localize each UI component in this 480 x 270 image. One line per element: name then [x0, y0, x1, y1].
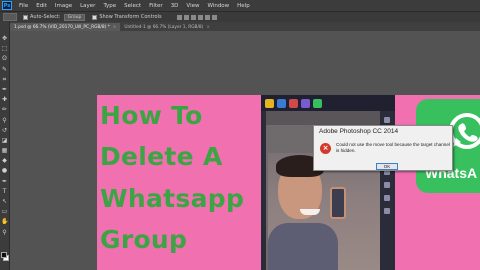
close-icon[interactable]: × — [113, 25, 117, 30]
healing-brush-tool-icon[interactable]: ✚ — [1, 96, 8, 103]
shape-tool-icon[interactable]: ▭ — [1, 208, 8, 215]
close-icon[interactable]: × — [206, 25, 210, 30]
gradient-tool-icon[interactable]: ▦ — [1, 147, 8, 154]
error-dialog: Adobe Photoshop CC 2014 × Could not use … — [313, 125, 453, 171]
tab-document-2[interactable]: Untitled-1 @ 66.7% (Layer 1, RGB/8) × — [120, 23, 214, 31]
menu-window[interactable]: Window — [203, 3, 233, 9]
menu-file[interactable]: File — [15, 3, 32, 9]
align-bottom-icon[interactable] — [190, 14, 196, 20]
title-line-1: How To — [100, 101, 203, 130]
show-transform-group: Show Transform Controls — [92, 14, 162, 20]
menu-select[interactable]: Select — [120, 3, 145, 9]
error-icon: × — [320, 143, 331, 154]
dodge-tool-icon[interactable]: ● — [1, 167, 8, 174]
hand-tool-icon[interactable]: ✋ — [1, 218, 8, 225]
menu-layer[interactable]: Layer — [76, 3, 99, 9]
zoom-tool-icon[interactable]: ⚲ — [1, 229, 8, 236]
dialog-message: Could not use the move tool because the … — [336, 142, 450, 153]
align-middle-icon[interactable] — [183, 14, 189, 20]
align-left-icon[interactable] — [197, 14, 203, 20]
menu-bar: Ps File Edit Image Layer Type Select Fil… — [0, 0, 480, 11]
photoshop-window: Ps File Edit Image Layer Type Select Fil… — [0, 0, 480, 270]
color-swatches[interactable] — [1, 252, 9, 261]
menu-view[interactable]: View — [182, 3, 203, 9]
clone-stamp-tool-icon[interactable]: ⚲ — [1, 117, 8, 124]
eraser-tool-icon[interactable]: ◪ — [1, 137, 8, 144]
document-tab-bar: 1.psd @ 66.7% (VID_20170_LW_PC_RGB/8) * … — [10, 22, 480, 31]
menu-type[interactable]: Type — [99, 3, 120, 9]
app-icon — [277, 98, 286, 108]
menu-help[interactable]: Help — [233, 3, 254, 9]
auto-select-dropdown[interactable]: Group — [63, 13, 86, 21]
type-tool-icon[interactable]: T — [1, 188, 8, 195]
auto-select-checkbox[interactable] — [23, 14, 28, 20]
align-top-icon[interactable] — [176, 14, 182, 20]
app-icon — [301, 98, 310, 108]
title-line-3: Whatsapp — [100, 184, 245, 213]
brush-tool-icon[interactable]: ✏ — [1, 106, 8, 113]
blur-tool-icon[interactable]: ◆ — [1, 157, 8, 164]
dialog-title: Adobe Photoshop CC 2014 — [319, 128, 399, 135]
app-icon — [265, 98, 274, 108]
foreground-color-swatch[interactable] — [1, 252, 7, 258]
menu-3d[interactable]: 3D — [167, 3, 183, 9]
smile-shape — [300, 209, 320, 215]
options-bar: Auto-Select: Group Show Transform Contro… — [0, 11, 480, 22]
rail-icon[interactable] — [384, 208, 390, 214]
menu-edit[interactable]: Edit — [32, 3, 51, 9]
quick-select-tool-icon[interactable]: ✎ — [1, 66, 8, 73]
rail-icon[interactable] — [384, 195, 390, 201]
title-line-2: Delete A — [100, 142, 223, 171]
align-buttons — [176, 14, 217, 20]
app-icon — [289, 98, 298, 108]
chat-header — [266, 111, 380, 125]
emulator-screenshot — [261, 95, 395, 270]
app-icon — [313, 98, 322, 108]
align-center-icon[interactable] — [204, 14, 210, 20]
tab-label: 1.psd @ 66.7% (VID_20170_LW_PC_RGB/8) * — [14, 24, 110, 30]
tool-preset-picker[interactable] — [3, 13, 17, 21]
photoshop-logo-icon: Ps — [2, 1, 12, 10]
show-transform-label: Show Transform Controls — [99, 14, 162, 20]
ok-button[interactable]: OK — [376, 163, 398, 170]
auto-select-group: Auto-Select: Group — [23, 13, 86, 21]
lasso-tool-icon[interactable]: ʘ — [1, 55, 8, 62]
title-line-4: Group — [100, 225, 188, 254]
rail-icon[interactable] — [384, 182, 390, 188]
tools-panel: ✥ ⬚ ʘ ✎ ⌗ ✒ ✚ ✏ ⚲ ↺ ◪ ▦ ◆ ● ✒ T ↖ ▭ ✋ ⚲ — [0, 22, 10, 270]
tab-label: Untitled-1 @ 66.7% (Layer 1, RGB/8) — [124, 24, 204, 30]
move-tool-icon[interactable]: ✥ — [1, 35, 8, 42]
crop-tool-icon[interactable]: ⌗ — [1, 76, 8, 83]
marquee-tool-icon[interactable]: ⬚ — [1, 45, 8, 52]
menu-image[interactable]: Image — [51, 3, 76, 9]
history-brush-tool-icon[interactable]: ↺ — [1, 127, 8, 134]
eyedropper-tool-icon[interactable]: ✒ — [1, 86, 8, 93]
show-transform-checkbox[interactable] — [92, 14, 98, 20]
rail-icon[interactable] — [384, 117, 390, 123]
auto-select-label: Auto-Select: — [30, 14, 61, 20]
pen-tool-icon[interactable]: ✒ — [1, 178, 8, 185]
shirt-shape — [268, 223, 338, 270]
emulator-topbar — [261, 95, 395, 111]
align-right-icon[interactable] — [211, 14, 217, 20]
path-select-tool-icon[interactable]: ↖ — [1, 198, 8, 205]
held-phone-shape — [330, 187, 346, 219]
tab-document-1[interactable]: 1.psd @ 66.7% (VID_20170_LW_PC_RGB/8) * … — [10, 23, 121, 31]
menu-filter[interactable]: Filter — [145, 3, 167, 9]
